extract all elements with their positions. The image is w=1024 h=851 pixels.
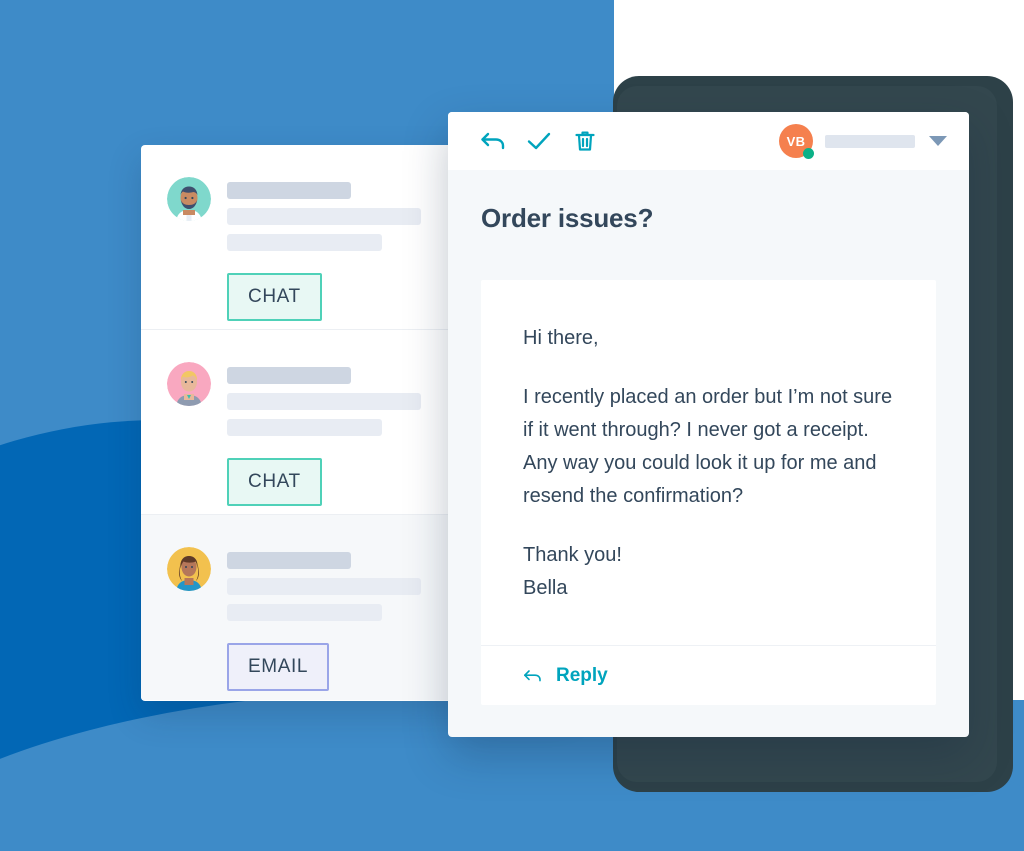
skeleton-line-2 [227, 208, 421, 225]
user-name-placeholder [825, 134, 915, 148]
email-closing: Thank you! Bella [523, 539, 896, 605]
skeleton-line-2 [227, 578, 421, 595]
email-thanks: Thank you! [523, 544, 622, 566]
avatar-initials: VB [786, 133, 806, 149]
skeleton-line-3 [227, 419, 382, 436]
email-body-card: Hi there, I recently placed an order but… [481, 280, 936, 705]
page-title: Order issues? [481, 203, 654, 233]
chevron-down-icon[interactable] [929, 136, 947, 146]
avatar-woman-brown-hair [167, 547, 211, 591]
channel-badge-chat[interactable]: CHAT [227, 458, 322, 506]
channel-badge-email[interactable]: EMAIL [227, 643, 330, 691]
avatar-woman-brown-hair-icon [167, 547, 211, 591]
avatar[interactable]: VB [779, 124, 814, 159]
reply-arrow-icon[interactable] [470, 122, 516, 160]
email-paragraph: I recently placed an order but I’m not s… [523, 386, 893, 507]
skeleton-line-1 [227, 182, 351, 199]
illustration-scene: CHAT CHAT EMAIL VB Order issues? Hi ther… [0, 0, 1024, 851]
skeleton-line-3 [227, 604, 382, 621]
email-signature: Bella [523, 577, 568, 599]
avatar-bearded-man [167, 177, 211, 221]
trash-icon[interactable] [562, 122, 608, 160]
skeleton-line-1 [227, 552, 351, 569]
avatar-bearded-man-icon [167, 177, 211, 221]
avatar-blond-person-icon [167, 362, 211, 406]
skeleton-line-3 [227, 234, 382, 251]
avatar-blond-person [167, 362, 211, 406]
skeleton-line-2 [227, 393, 421, 410]
email-reply-bar[interactable]: Reply [481, 645, 936, 705]
status-indicator-online [803, 148, 814, 159]
email-body-text: Hi there, I recently placed an order but… [481, 280, 936, 605]
skeleton-line-1 [227, 367, 351, 384]
reply-arrow-small-icon [523, 668, 542, 683]
email-detail-card: VB Order issues? Hi there, I recently pl… [448, 112, 969, 737]
channel-badge-chat[interactable]: CHAT [227, 273, 322, 321]
email-greeting: Hi there, [523, 327, 599, 349]
email-toolbar: VB [448, 112, 969, 170]
reply-link[interactable]: Reply [556, 665, 608, 687]
checkmark-icon[interactable] [516, 122, 562, 160]
